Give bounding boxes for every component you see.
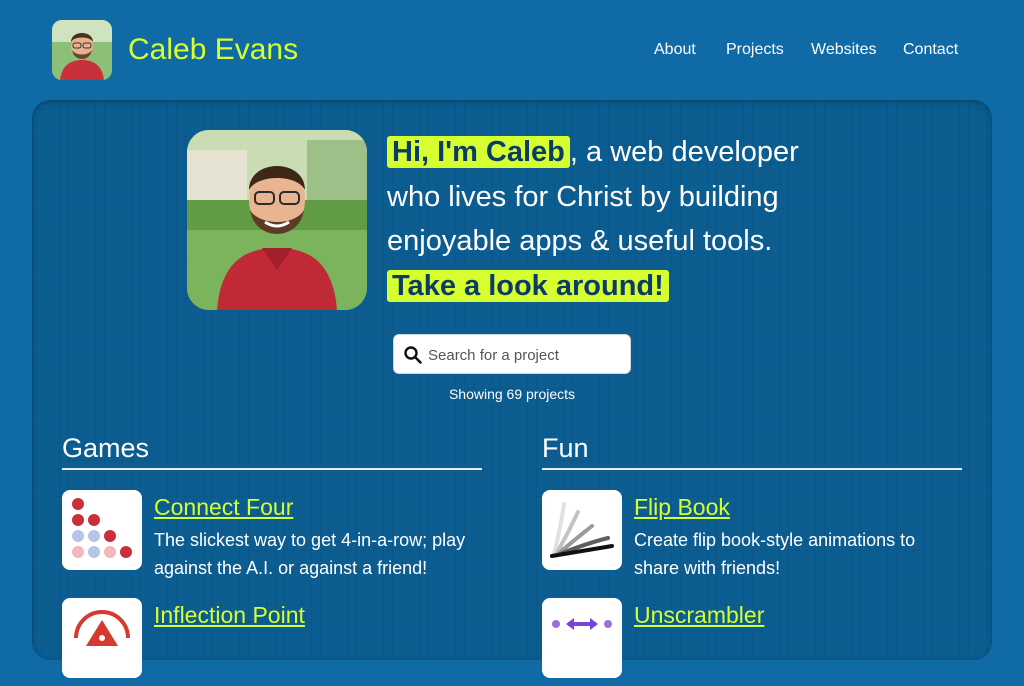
main-panel: Hi, I'm Caleb, a web developer who lives… [32,100,992,678]
project-link[interactable]: Unscrambler [634,600,764,630]
connect-four-icon[interactable] [62,490,142,570]
flip-book-icon[interactable] [542,490,622,570]
unscrambler-icon[interactable] [542,598,622,678]
project-card: Flip Book Create flip book-style animati… [542,470,962,578]
project-description: The slickest way to get 4-in-a-row; play… [154,530,466,578]
hero-highlight-cta: Take a look around! [387,269,669,302]
site-header: Caleb Evans About Projects Websites Cont… [0,0,1024,100]
inflection-point-icon[interactable] [62,598,142,678]
nav-projects[interactable]: Projects [726,38,784,62]
project-card: Inflection Point [62,578,482,686]
section-fun: Fun Flip Book Create flip book-style ani… [542,430,962,686]
section-games: Games Connect Four The slickest way to g [62,430,482,686]
search-input[interactable] [428,341,623,369]
section-title: Fun [542,430,962,470]
project-link[interactable]: Inflection Point [154,600,305,630]
nav-websites[interactable]: Websites [811,38,877,62]
section-title: Games [62,430,482,470]
project-search [393,334,631,374]
main-nav: About Projects Websites Contact [0,38,1024,64]
nav-contact[interactable]: Contact [903,38,958,62]
nav-about[interactable]: About [654,38,696,62]
project-description: Create flip book-style animations to sha… [634,530,916,578]
search-icon [404,346,422,364]
hero-highlight-greeting: Hi, I'm Caleb [387,136,570,168]
project-link[interactable]: Connect Four [154,492,293,522]
project-card: Connect Four The slickest way to get 4-i… [62,470,482,578]
profile-photo [187,130,367,310]
hero-intro: Hi, I'm Caleb, a web developer who lives… [387,130,827,308]
project-link[interactable]: Flip Book [634,492,730,522]
project-count: Showing 69 projects [448,386,576,402]
project-card: Unscrambler [542,578,962,686]
